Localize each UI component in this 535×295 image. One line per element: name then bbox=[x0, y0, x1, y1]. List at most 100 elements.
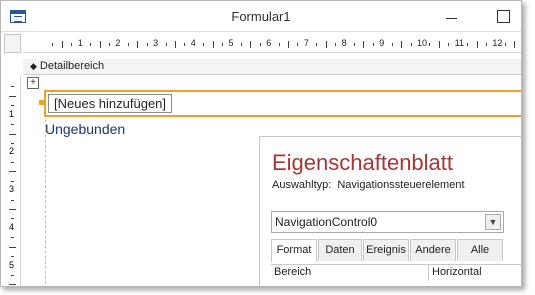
ruler-tick bbox=[9, 208, 16, 210]
ruler-tick bbox=[448, 43, 450, 46]
ruler-tick bbox=[108, 43, 110, 46]
cell-divider bbox=[428, 265, 429, 281]
selection-handle[interactable] bbox=[39, 100, 44, 105]
ruler-tick bbox=[99, 41, 101, 48]
ruler-tick bbox=[9, 284, 16, 286]
ruler-tick bbox=[288, 41, 290, 48]
tab-daten[interactable]: Daten bbox=[318, 239, 362, 261]
property-tabs: Format Daten Ereignis Andere Alle bbox=[271, 239, 521, 262]
tab-format[interactable]: Format bbox=[271, 239, 317, 262]
form-window: Formular1 1 2 3 4 5 6 7 8 9 10 11 12 ◆ Detailbereich… bbox=[0, 0, 522, 287]
ruler-tick bbox=[316, 43, 318, 46]
ruler-tick bbox=[410, 43, 412, 46]
form-edge-guide bbox=[45, 89, 46, 286]
ruler-tick bbox=[250, 41, 252, 48]
tab-ereignis[interactable]: Ereignis bbox=[363, 239, 409, 261]
ruler-tick bbox=[278, 43, 280, 46]
section-label: Detailbereich bbox=[39, 60, 105, 72]
ruler-tick bbox=[127, 43, 129, 46]
ruler-tick bbox=[504, 43, 506, 46]
move-handle-icon[interactable]: + bbox=[27, 77, 39, 89]
title-bar[interactable]: Formular1 bbox=[1, 1, 521, 32]
ruler-tick bbox=[391, 43, 393, 46]
ruler-tick bbox=[401, 41, 403, 48]
ruler-number: 1 bbox=[9, 108, 15, 119]
ruler-number: 5 bbox=[228, 38, 234, 48]
ruler-tick bbox=[137, 41, 139, 48]
control-select[interactable]: NavigationControl0 ▼ bbox=[271, 211, 504, 233]
ruler-tick bbox=[184, 43, 186, 46]
ruler-tick bbox=[11, 180, 14, 182]
ruler-tick bbox=[11, 274, 14, 276]
ruler-tick bbox=[297, 43, 299, 46]
ruler-tick bbox=[222, 43, 224, 46]
selection-type: Auswahltyp: Navigationssteuerelement bbox=[272, 179, 465, 191]
ruler-tick bbox=[90, 43, 92, 46]
ruler-tick bbox=[9, 133, 16, 135]
selection-type-value: Navigationssteuerelement bbox=[337, 179, 465, 191]
ruler-tick bbox=[146, 43, 148, 46]
selection-type-label: Auswahltyp: bbox=[272, 179, 332, 191]
section-header-detail[interactable]: ◆ Detailbereich bbox=[23, 59, 521, 75]
ruler-tick bbox=[212, 41, 214, 48]
ruler-number: 5 bbox=[9, 259, 15, 270]
ruler-tick bbox=[11, 256, 14, 258]
ruler-number: 3 bbox=[153, 38, 159, 48]
ruler-number: 3 bbox=[9, 184, 15, 195]
ruler-number: 8 bbox=[341, 38, 347, 48]
maximize-button[interactable] bbox=[497, 10, 510, 23]
ruler-tick bbox=[52, 43, 54, 46]
ruler-number: 10 bbox=[417, 38, 428, 48]
ruler-number: 1 bbox=[77, 38, 83, 48]
section-collapse-icon: ◆ bbox=[30, 61, 37, 71]
navigation-control[interactable]: [Neues hinzufügen] bbox=[44, 90, 521, 117]
ruler-tick bbox=[438, 41, 440, 48]
horizontal-ruler[interactable]: 1 2 3 4 5 6 7 8 9 10 11 12 bbox=[23, 34, 521, 53]
ruler-tick bbox=[363, 41, 365, 48]
ruler-tick bbox=[11, 237, 14, 239]
ruler-tick bbox=[11, 105, 14, 107]
property-row[interactable]: Bereich Horizontal bbox=[271, 264, 521, 281]
ruler-tick bbox=[259, 43, 261, 46]
unbound-label: Ungebunden bbox=[45, 121, 126, 137]
ruler-tick bbox=[372, 43, 374, 46]
ruler-number: 12 bbox=[492, 38, 503, 48]
ruler-tick bbox=[165, 43, 167, 46]
ruler-tick bbox=[476, 41, 478, 48]
tab-andere[interactable]: Andere bbox=[410, 239, 456, 261]
vertical-ruler[interactable]: 1 2 3 4 5 bbox=[4, 75, 21, 286]
ruler-number: 2 bbox=[115, 38, 121, 48]
ruler-tick bbox=[325, 41, 327, 48]
minimize-button[interactable] bbox=[444, 9, 460, 25]
ruler-number: 2 bbox=[9, 146, 15, 157]
chevron-down-icon[interactable]: ▼ bbox=[485, 214, 501, 230]
ruler-tick bbox=[354, 43, 356, 46]
ruler-tick bbox=[203, 43, 205, 46]
ruler-tick bbox=[240, 43, 242, 46]
property-value[interactable]: Horizontal bbox=[432, 265, 482, 280]
window-title: Formular1 bbox=[231, 9, 291, 24]
ruler-tick bbox=[11, 161, 14, 163]
ruler-number: 4 bbox=[9, 221, 15, 232]
ruler-tick bbox=[11, 199, 14, 201]
ruler-tick bbox=[9, 171, 16, 173]
property-sheet-title: Eigenschaftenblatt bbox=[272, 150, 454, 175]
control-select-value: NavigationControl0 bbox=[275, 215, 378, 229]
ruler-corner[interactable] bbox=[4, 34, 21, 53]
ruler-number: 9 bbox=[379, 38, 385, 48]
ruler-number: 11 bbox=[454, 38, 465, 48]
ruler-number: 7 bbox=[303, 38, 309, 48]
ruler-tick bbox=[11, 124, 14, 126]
ruler-tick bbox=[11, 142, 14, 144]
ruler-tick bbox=[71, 43, 73, 46]
property-sheet: Eigenschaftenblatt Auswahltyp: Navigation… bbox=[259, 136, 521, 286]
ruler-tick bbox=[9, 95, 16, 97]
ruler-tick bbox=[9, 246, 16, 248]
ruler-tick bbox=[514, 41, 516, 48]
add-new-nav-button[interactable]: [Neues hinzufügen] bbox=[48, 94, 173, 113]
tab-alle[interactable]: Alle bbox=[457, 239, 503, 261]
property-name: Bereich bbox=[274, 266, 312, 278]
ruler-tick bbox=[174, 41, 176, 48]
ruler-tick bbox=[335, 43, 337, 46]
ruler-tick bbox=[11, 86, 14, 88]
